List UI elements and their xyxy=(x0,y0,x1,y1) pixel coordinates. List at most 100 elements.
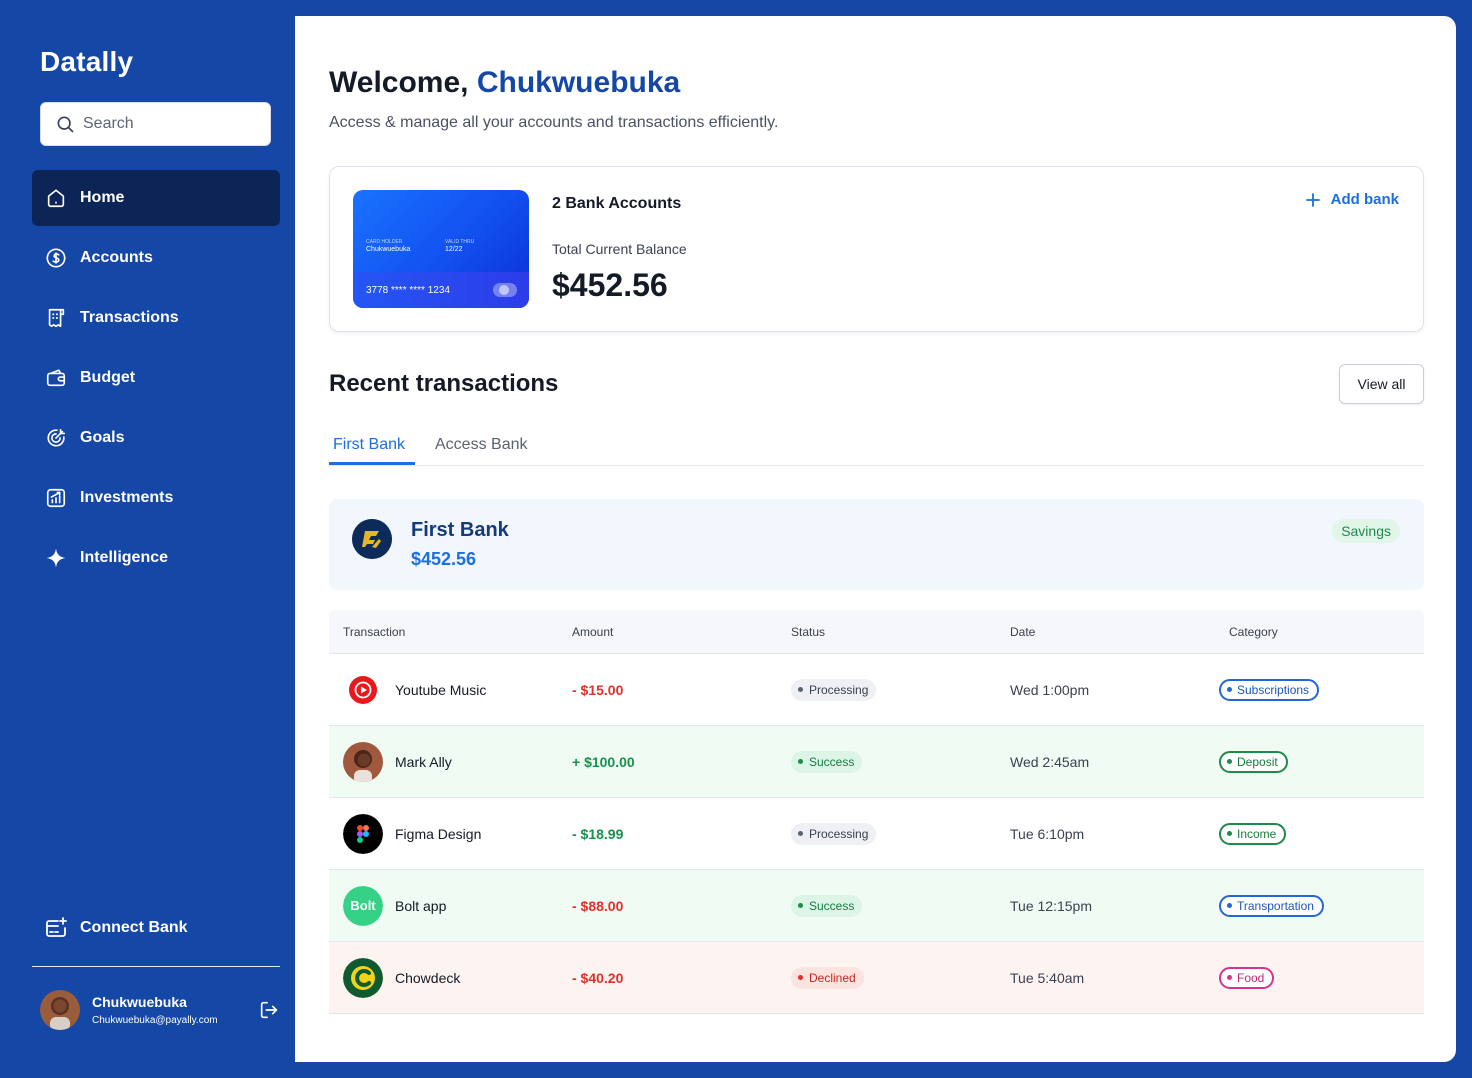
status-badge: Declined xyxy=(791,966,864,989)
sidebar-item-budget[interactable]: Budget xyxy=(32,350,280,406)
user-profile[interactable]: Chukwuebuka Chukwuebuka@payally.com xyxy=(40,989,280,1031)
sidebar-item-label: Investments xyxy=(80,489,174,506)
welcome-text: Welcome, xyxy=(329,66,469,99)
category-badge: Food xyxy=(1219,966,1275,989)
bolt-icon: Bolt xyxy=(343,885,383,926)
transaction-date: Wed 1:00pm xyxy=(1010,681,1090,698)
chowdeck-icon xyxy=(343,957,383,998)
bank-account-panel: First Bank $452.56 Savings xyxy=(329,499,1424,590)
bank-tabs: First Bank Access Bank xyxy=(329,432,1424,466)
transaction-amount: - $40.20 xyxy=(572,969,624,986)
receipt-icon xyxy=(48,308,65,328)
transaction-date: Tue 6:10pm xyxy=(1010,825,1085,842)
sidebar-item-goals[interactable]: Goals xyxy=(32,410,280,466)
transaction-name: Chowdeck xyxy=(395,969,461,986)
transaction-date: Tue 12:15pm xyxy=(1010,897,1092,914)
sidebar-item-label: Accounts xyxy=(80,249,153,266)
column-header: Date xyxy=(1010,625,1036,639)
logout-icon[interactable] xyxy=(258,999,280,1021)
status-badge: Success xyxy=(791,894,863,917)
plus-icon xyxy=(1305,192,1320,207)
sidebar-item-home[interactable]: Home xyxy=(32,170,280,226)
bank-card[interactable]: CARD HOLDER Chukwuebuka VALID THRU 12/22… xyxy=(353,190,529,308)
main-content: Welcome, Chukwuebuka Access & manage all… xyxy=(295,16,1456,1062)
search-box[interactable] xyxy=(40,102,271,146)
table-row[interactable]: Figma Design - $18.99 Processing Tue 6:1… xyxy=(329,798,1424,870)
bank-name: First Bank xyxy=(411,519,509,541)
sidebar-divider xyxy=(32,966,280,967)
search-input[interactable] xyxy=(83,115,253,133)
balance-summary: CARD HOLDER Chukwuebuka VALID THRU 12/22… xyxy=(329,166,1424,332)
sidebar-item-accounts[interactable]: Accounts xyxy=(32,230,280,286)
transaction-name: Mark Ally xyxy=(395,753,452,770)
sidebar-item-label: Goals xyxy=(80,429,125,446)
figma-icon xyxy=(343,813,383,854)
sidebar-item-label: Budget xyxy=(80,369,136,386)
target-icon xyxy=(47,428,66,447)
home-icon xyxy=(47,189,65,208)
bank-balance: $452.56 xyxy=(411,549,477,569)
sidebar-nav: Home Accounts Transactions Budget Goals … xyxy=(32,170,280,590)
sidebar-item-label: Transactions xyxy=(80,309,179,326)
transaction-amount: + $100.00 xyxy=(572,753,635,770)
card-add-icon xyxy=(46,917,67,937)
tab-first-bank[interactable]: First Bank xyxy=(333,436,405,454)
page-subtitle: Access & manage all your accounts and tr… xyxy=(329,114,779,131)
sidebar-item-transactions[interactable]: Transactions xyxy=(32,290,280,346)
sidebar-item-label: Home xyxy=(80,189,125,206)
user-email: Chukwuebuka@payally.com xyxy=(92,1015,218,1026)
sidebar: Datally Home Accounts Transactions Budge… xyxy=(0,0,295,1078)
transaction-amount: - $88.00 xyxy=(572,897,624,914)
add-bank-label: Add bank xyxy=(1330,191,1399,208)
card-network-icon xyxy=(493,283,517,297)
status-badge: Success xyxy=(791,750,863,773)
tab-access-bank[interactable]: Access Bank xyxy=(435,436,527,454)
dollar-circle-icon xyxy=(46,248,66,268)
table-row[interactable]: Bolt Bolt app - $88.00 Success Tue 12:15… xyxy=(329,870,1424,942)
column-header: Amount xyxy=(572,625,614,639)
transactions-table: Transaction Amount Status Date Category … xyxy=(329,610,1424,1014)
add-bank-button[interactable]: Add bank xyxy=(1305,191,1399,208)
app-logo: Datally xyxy=(40,46,134,77)
search-icon xyxy=(57,116,74,133)
transaction-name: Figma Design xyxy=(395,825,482,842)
transaction-date: Tue 5:40am xyxy=(1010,969,1085,986)
view-all-button[interactable]: View all xyxy=(1339,364,1424,404)
table-row[interactable]: Youtube Music - $15.00 Processing Wed 1:… xyxy=(329,654,1424,726)
status-badge: Processing xyxy=(791,822,877,845)
youtube-music-icon xyxy=(343,670,383,710)
card-valid-label: VALID THRU xyxy=(445,239,475,245)
card-holder-label: CARD HOLDER xyxy=(366,239,403,245)
transaction-amount: - $15.00 xyxy=(572,681,624,698)
avatar xyxy=(343,741,383,782)
welcome-username: Chukwuebuka xyxy=(476,66,681,99)
card-valid: 12/22 xyxy=(445,246,463,253)
svg-text:Bolt: Bolt xyxy=(350,898,376,913)
category-badge: Deposit xyxy=(1219,750,1288,773)
avatar xyxy=(40,990,80,1030)
card-holder: Chukwuebuka xyxy=(366,246,411,253)
accounts-count: 2 Bank Accounts xyxy=(552,195,682,212)
card-number: 3778 **** **** 1234 xyxy=(366,285,450,296)
page-title: Welcome, Chukwuebuka xyxy=(329,66,680,100)
connect-bank-label: Connect Bank xyxy=(80,919,188,936)
column-header: Transaction xyxy=(343,625,406,639)
category-badge: Transportation xyxy=(1219,894,1324,917)
recent-transactions-title: Recent transactions xyxy=(329,370,559,397)
first-bank-logo xyxy=(352,519,392,559)
sidebar-item-intelligence[interactable]: Intelligence xyxy=(32,530,280,586)
transaction-date: Wed 2:45am xyxy=(1010,753,1090,770)
sidebar-item-investments[interactable]: Investments xyxy=(32,470,280,526)
category-badge: Subscriptions xyxy=(1219,678,1320,701)
table-row[interactable]: Chowdeck - $40.20 Declined Tue 5:40am Fo… xyxy=(329,942,1424,1014)
sparkle-icon xyxy=(46,548,66,568)
account-type-badge: Savings xyxy=(1332,519,1400,543)
sidebar-item-label: Intelligence xyxy=(80,549,169,566)
active-tab-indicator xyxy=(329,462,415,465)
table-row[interactable]: Mark Ally + $100.00 Success Wed 2:45am D… xyxy=(329,726,1424,798)
app-frame: Datally Home Accounts Transactions Budge… xyxy=(0,0,1472,1078)
connect-bank-button[interactable]: Connect Bank xyxy=(32,900,280,956)
status-badge: Processing xyxy=(791,678,877,701)
column-header: Category xyxy=(1229,625,1278,639)
total-balance: $452.56 xyxy=(552,267,668,303)
